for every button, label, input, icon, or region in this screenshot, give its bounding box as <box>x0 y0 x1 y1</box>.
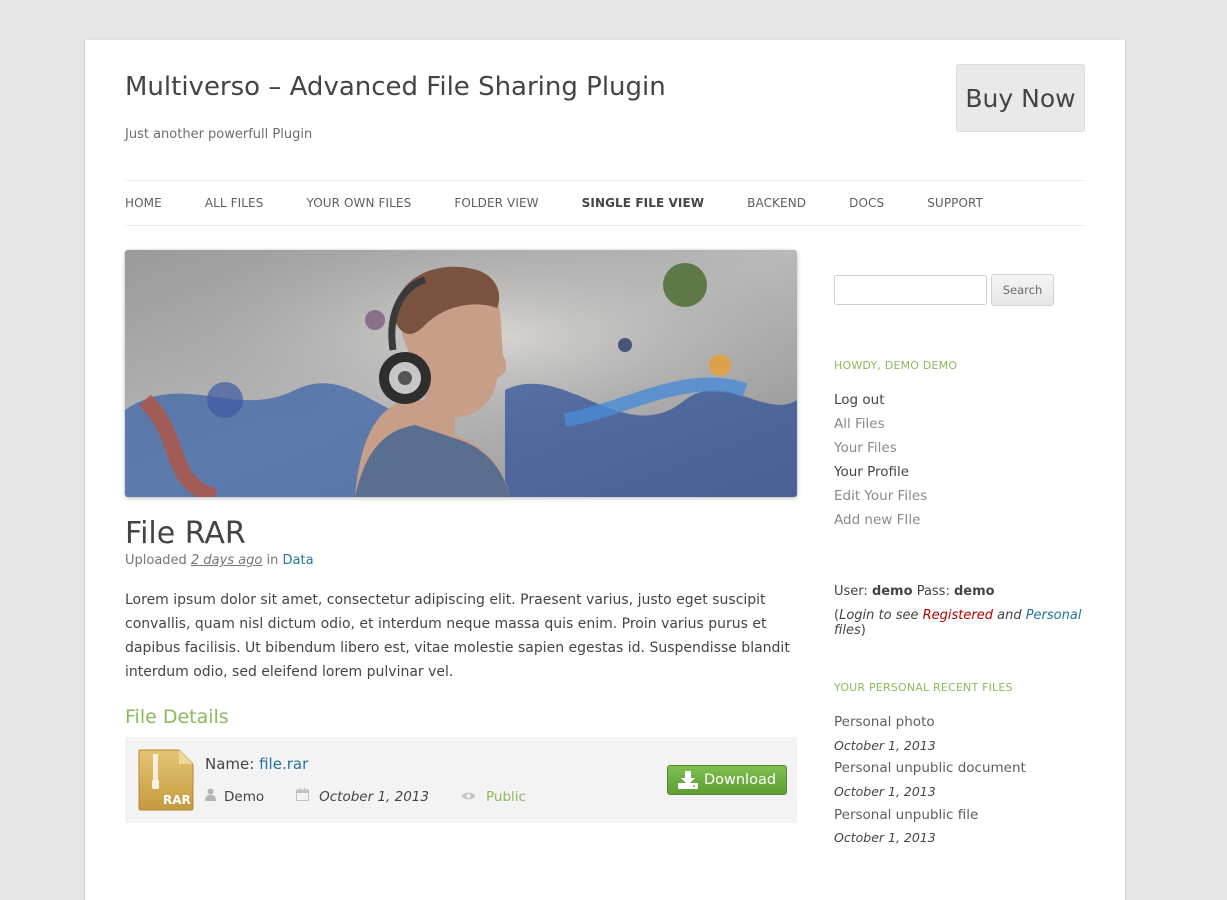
nav-folder-view[interactable]: FOLDER VIEW <box>454 196 538 210</box>
featured-image <box>125 250 797 497</box>
download-icon <box>677 771 698 789</box>
recent-files-heading: YOUR PERSONAL RECENT FILES <box>834 681 1013 694</box>
file-author: Demo <box>205 788 264 805</box>
recent-file-date: October 1, 2013 <box>834 830 936 845</box>
recent-file-title[interactable]: Personal unpublic document <box>834 760 1026 776</box>
entry-excerpt: Lorem ipsum dolor sit amet, consectetur … <box>125 592 790 680</box>
howdy-heading: HOWDY, DEMO DEMO <box>834 359 958 372</box>
entry-meta: Uploaded 2 days ago in Data <box>125 553 314 568</box>
site-description: Just another powerfull Plugin <box>125 127 313 142</box>
eye-icon <box>461 789 476 805</box>
file-visibility: Public <box>461 789 526 805</box>
download-button[interactable]: Download <box>667 765 787 795</box>
entry-title: File RAR <box>125 516 246 551</box>
user-icon <box>205 788 216 805</box>
login-note-pre: Login to see <box>839 608 919 623</box>
meta-date-link[interactable]: 2 days ago <box>191 553 262 568</box>
calendar-icon <box>296 788 310 805</box>
search-input[interactable] <box>834 275 987 305</box>
meta-prefix: Uploaded <box>125 553 187 568</box>
sidebar-link-your-files[interactable]: Your Files <box>834 440 897 456</box>
registered-link[interactable]: Registered <box>923 608 993 623</box>
nav-your-own-files[interactable]: YOUR OWN FILES <box>306 196 411 210</box>
rar-file-icon: RAR <box>135 748 195 812</box>
file-name-link[interactable]: file.rar <box>259 755 308 773</box>
site-title[interactable]: Multiverso – Advanced File Sharing Plugi… <box>125 72 666 102</box>
file-date-value: October 1, 2013 <box>319 788 429 805</box>
nav-all-files[interactable]: ALL FILES <box>205 196 264 210</box>
user-label: User: <box>834 584 868 599</box>
nav-single-file-view[interactable]: SINGLE FILE VIEW <box>582 196 705 210</box>
file-details-box: RAR Name: file.rar Demo October 1, 2013 <box>125 737 797 823</box>
featured-image-art <box>125 250 797 497</box>
user-value: demo <box>871 584 913 599</box>
meta-category-link[interactable]: Data <box>283 553 314 568</box>
login-note-post: files <box>834 623 861 638</box>
buy-now-button[interactable]: Buy Now <box>956 64 1085 132</box>
demo-credentials: User: demo Pass: demo <box>834 584 995 599</box>
personal-link[interactable]: Personal <box>1026 608 1082 623</box>
page-container: Multiverso – Advanced File Sharing Plugi… <box>85 40 1125 900</box>
meta-in: in <box>266 553 279 568</box>
sidebar-link-add-new-file[interactable]: Add new FIle <box>834 512 920 528</box>
search-button[interactable]: Search <box>991 274 1054 306</box>
recent-file-title[interactable]: Personal unpublic file <box>834 807 978 823</box>
pass-label: Pass: <box>916 584 950 599</box>
sidebar-link-log-out[interactable]: Log out <box>834 392 885 408</box>
recent-file-date: October 1, 2013 <box>834 784 936 799</box>
recent-file-title[interactable]: Personal photo <box>834 714 935 730</box>
download-label: Download <box>703 772 777 788</box>
pass-value: demo <box>953 584 995 599</box>
file-name-row: Name: file.rar <box>205 755 308 773</box>
nav-home[interactable]: HOME <box>125 196 162 210</box>
nav-docs[interactable]: DOCS <box>849 196 884 210</box>
file-details-heading: File Details <box>125 706 229 728</box>
sidebar-link-your-profile[interactable]: Your Profile <box>834 464 909 480</box>
rar-icon-label: RAR <box>163 793 191 807</box>
login-note: (Login to see Registered and Personal fi… <box>834 608 1082 638</box>
sidebar-link-edit-your-files[interactable]: Edit Your Files <box>834 488 927 504</box>
file-visibility-value: Public <box>485 788 526 805</box>
sidebar-link-all-files[interactable]: All Files <box>834 416 885 432</box>
nav-backend[interactable]: BACKEND <box>747 196 806 210</box>
recent-file-date: October 1, 2013 <box>834 738 936 753</box>
file-date: October 1, 2013 <box>296 788 429 805</box>
file-meta-row: Demo October 1, 2013 Public <box>205 788 558 805</box>
login-note-and: and <box>997 608 1022 623</box>
file-name-label: Name: <box>205 755 255 773</box>
file-author-name: Demo <box>224 788 265 805</box>
nav-support[interactable]: SUPPORT <box>927 196 983 210</box>
main-nav: HOME ALL FILES YOUR OWN FILES FOLDER VIE… <box>125 180 1085 226</box>
